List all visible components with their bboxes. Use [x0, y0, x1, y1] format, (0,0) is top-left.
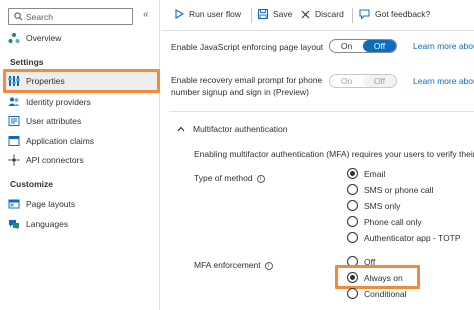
radio-label: Email — [364, 168, 386, 179]
identity-providers-icon — [8, 97, 20, 106]
type-of-method-label: Type of method i — [194, 172, 265, 184]
always-on-highlight-frame — [335, 265, 420, 289]
sidebar-item-label: Application claims — [26, 136, 95, 146]
radio-label: SMS only — [364, 200, 401, 211]
toggle-off-option[interactable]: Off — [363, 40, 396, 52]
toolbar-divider — [352, 8, 353, 23]
info-icon[interactable]: i — [256, 174, 265, 183]
mfa-enforcement-label: MFA enforcement i — [194, 259, 273, 271]
recovery-email-label-line2: number signup and sign in (Preview) — [171, 87, 309, 97]
sidebar-item-application-claims[interactable]: Application claims — [8, 132, 158, 150]
toggle-on-option[interactable]: On — [330, 40, 363, 52]
sidebar-item-label: Page layouts — [26, 199, 76, 209]
properties-pane: Enable JavaScript enforcing page layout … — [161, 31, 474, 310]
learn-more-link[interactable]: Learn more abou — [413, 41, 474, 51]
properties-highlight-frame — [3, 69, 160, 93]
api-connectors-icon — [8, 154, 20, 166]
mfa-enforcement-text: MFA enforcement — [194, 260, 261, 270]
discard-button[interactable]: Discard — [301, 9, 344, 19]
collapse-sidebar-button[interactable]: « — [143, 9, 149, 20]
user-attributes-icon — [8, 116, 20, 126]
info-icon[interactable]: i — [264, 261, 273, 270]
save-label: Save — [273, 9, 293, 19]
search-icon — [14, 12, 23, 21]
sidebar-item-identity-providers[interactable]: Identity providers — [8, 93, 158, 111]
play-icon — [175, 9, 184, 19]
feedback-button[interactable]: Got feedback? — [359, 9, 430, 19]
customize-section-title: Customize — [10, 179, 53, 189]
toggle-off-option[interactable]: Off — [363, 75, 396, 87]
radio-button[interactable] — [347, 168, 358, 179]
application-claims-icon — [8, 136, 20, 146]
js-enforcing-toggle[interactable]: On Off — [329, 39, 397, 53]
search-input[interactable]: Search — [8, 8, 133, 25]
sidebar-item-overview[interactable]: Overview — [8, 29, 158, 47]
radio-label: Authenticator app - TOTP — [364, 232, 461, 243]
languages-icon — [9, 220, 19, 230]
save-button[interactable]: Save — [258, 9, 292, 19]
radio-label: Conditional — [364, 288, 407, 299]
mfa-description: Enabling multifactor authentication (MFA… — [194, 149, 474, 159]
chevron-up-icon — [177, 126, 185, 132]
sidebar-item-label: API connectors — [26, 155, 84, 165]
sidebar-item-api-connectors[interactable]: API connectors — [8, 151, 158, 169]
radio-button[interactable] — [347, 200, 358, 211]
js-enforcing-label: Enable JavaScript enforcing page layout — [171, 42, 324, 52]
toggle-on-option[interactable]: On — [330, 75, 363, 87]
mfa-section-title: Multifactor authentication — [193, 124, 288, 134]
method-option-sms-or-phone[interactable]: SMS or phone call — [347, 184, 433, 195]
radio-button[interactable] — [347, 184, 358, 195]
radio-label: Phone call only — [364, 216, 422, 227]
close-icon — [301, 10, 310, 18]
method-option-email[interactable]: Email — [347, 168, 385, 179]
sidebar-item-label: User attributes — [26, 116, 82, 126]
radio-button[interactable] — [347, 232, 358, 243]
recovery-email-label-line1: Enable recovery email prompt for phone — [171, 75, 323, 85]
radio-button[interactable] — [347, 216, 358, 227]
sidebar: Search « Overview Settings Properties Id… — [0, 0, 160, 310]
page-layouts-icon — [8, 199, 20, 209]
discard-label: Discard — [315, 9, 344, 19]
command-bar: Run user flow Save Discard Got feedback? — [161, 0, 474, 31]
method-option-sms-only[interactable]: SMS only — [347, 200, 400, 211]
sidebar-item-user-attributes[interactable]: User attributes — [8, 112, 158, 130]
sidebar-item-languages[interactable]: Languages — [8, 215, 158, 233]
settings-section-title: Settings — [10, 57, 44, 67]
section-divider — [169, 111, 474, 112]
method-option-authenticator-totp[interactable]: Authenticator app - TOTP — [347, 232, 461, 243]
toolbar-divider — [251, 8, 252, 23]
overview-icon — [8, 33, 20, 43]
radio-button[interactable] — [347, 288, 358, 299]
learn-more-link[interactable]: Learn more abou — [413, 76, 474, 86]
radio-label: SMS or phone call — [364, 184, 434, 195]
sidebar-item-page-layouts[interactable]: Page layouts — [8, 195, 158, 213]
method-option-phone-only[interactable]: Phone call only — [347, 216, 422, 227]
sidebar-item-label: Languages — [26, 219, 69, 229]
enforcement-option-conditional[interactable]: Conditional — [347, 288, 407, 299]
feedback-icon — [359, 9, 370, 19]
sidebar-item-label: Identity providers — [26, 97, 91, 107]
mfa-section-header[interactable]: Multifactor authentication — [177, 124, 288, 134]
search-placeholder: Search — [26, 12, 53, 22]
type-of-method-text: Type of method — [194, 173, 253, 183]
run-user-flow-button[interactable]: Run user flow — [175, 9, 241, 19]
sidebar-item-label: Overview — [26, 33, 62, 43]
run-user-flow-label: Run user flow — [189, 9, 241, 19]
recovery-email-toggle[interactable]: On Off — [329, 74, 397, 88]
save-icon — [258, 9, 268, 19]
feedback-label: Got feedback? — [375, 9, 431, 19]
